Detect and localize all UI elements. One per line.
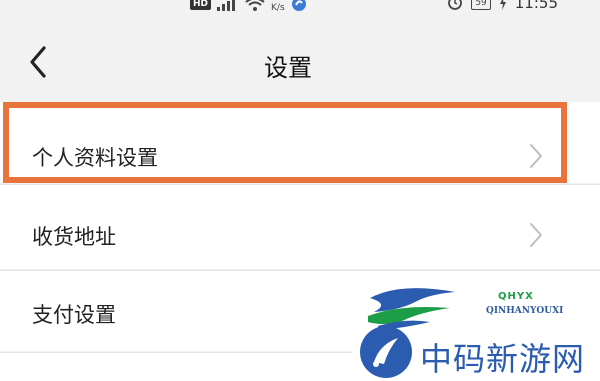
chevron-right-icon	[530, 144, 542, 168]
wifi-icon	[245, 0, 265, 11]
battery-level: 59	[475, 0, 487, 8]
network-speed: K/s	[271, 3, 285, 13]
settings-item-label: 个人资料设置	[32, 146, 158, 170]
settings-item-label: 收货地址	[32, 225, 116, 249]
nav-bar: 设置	[0, 18, 600, 98]
status-right: 59 11:55	[447, 0, 558, 12]
page-title: 设置	[264, 54, 312, 82]
watermark-site-name: 中码新游网	[420, 340, 586, 378]
status-left: HD K/s	[190, 0, 307, 13]
status-time: 11:55	[514, 0, 558, 12]
charging-icon	[499, 0, 506, 10]
status-bar: HD K/s 59 11:55	[0, 0, 600, 18]
app-notification-icon	[291, 0, 306, 11]
settings-item-label: 支付设置	[32, 303, 116, 327]
watermark-brand-code: QHYX	[498, 291, 534, 302]
settings-item-profile[interactable]: 个人资料设置	[0, 102, 600, 183]
settings-item-shipping-address[interactable]: 收货地址	[0, 185, 600, 269]
hd-badge: HD	[190, 0, 212, 10]
battery-icon: 59	[471, 0, 491, 10]
watermark-logo-icon	[360, 326, 412, 378]
signal-icon	[217, 0, 236, 11]
watermark-brand-pinyin: QINHANYOUXI	[486, 306, 564, 316]
alarm-icon	[448, 0, 463, 10]
chevron-right-icon	[530, 223, 542, 247]
